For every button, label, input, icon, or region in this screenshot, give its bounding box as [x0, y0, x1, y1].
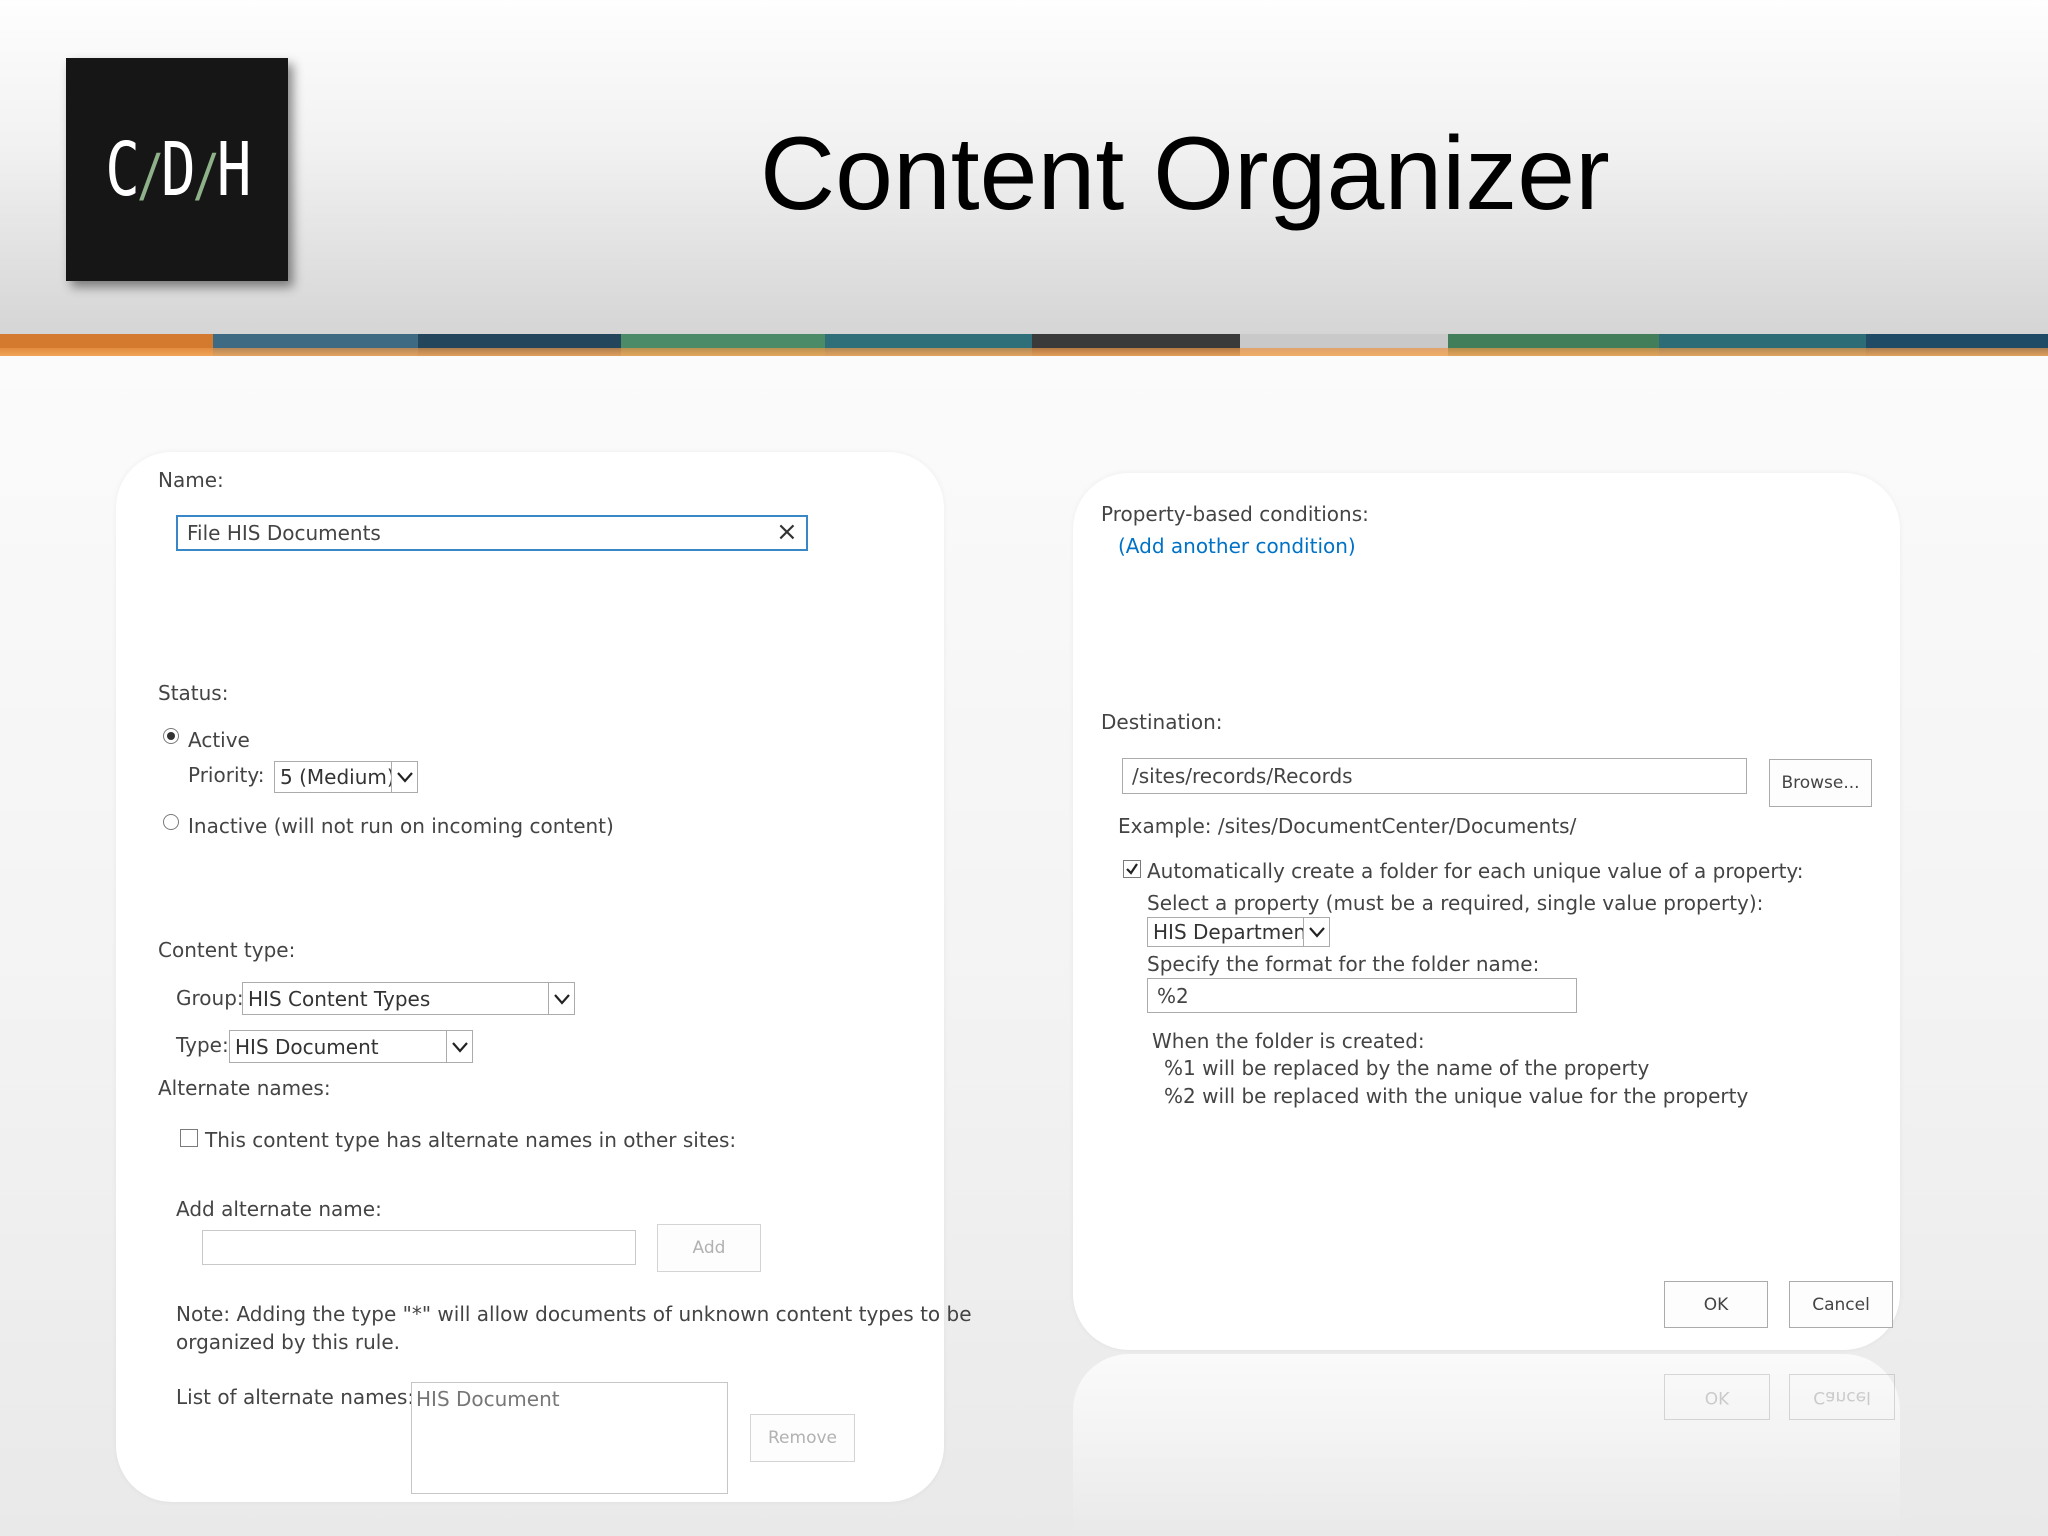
status-active-label: Active: [188, 728, 250, 752]
alternate-names-listbox[interactable]: HIS Document: [411, 1382, 728, 1494]
group-select[interactable]: HIS Content Types: [242, 982, 575, 1015]
rule-settings-panel-right: Property-based conditions: (Add another …: [1073, 473, 1900, 1350]
rule-name-input[interactable]: [176, 515, 808, 551]
status-inactive-label: Inactive (will not run on incoming conte…: [188, 814, 614, 838]
content-type-label: Content type:: [158, 938, 296, 962]
rule-settings-panel-left: Name: × Status: Active Priority: 5 (Medi…: [116, 452, 972, 1502]
alternate-name-input[interactable]: [202, 1230, 636, 1265]
note-line-1: Note: Adding the type "*" will allow doc…: [176, 1302, 972, 1326]
add-alternate-name-button[interactable]: Add: [657, 1224, 761, 1272]
status-inactive-radio[interactable]: [163, 814, 179, 830]
status-label: Status:: [158, 681, 229, 705]
add-alternate-name-label: Add alternate name:: [176, 1197, 382, 1221]
ok-button-reflection: OK: [1664, 1374, 1770, 1420]
destination-input[interactable]: [1122, 758, 1747, 794]
cdh-logo: C/D/H: [66, 58, 288, 281]
group-select-value: HIS Content Types: [248, 986, 431, 1011]
type-select-value: HIS Document: [235, 1034, 379, 1059]
chevron-down-icon: [548, 983, 574, 1014]
folder-format-input[interactable]: [1147, 978, 1577, 1013]
property-conditions-label: Property-based conditions:: [1101, 502, 1369, 526]
slide-title: Content Organizer: [760, 116, 1610, 232]
auto-folder-checkbox[interactable]: [1123, 860, 1141, 878]
property-select-value: HIS Department: [1153, 920, 1303, 944]
select-property-label: Select a property (must be a required, s…: [1147, 891, 1764, 915]
name-label: Name:: [158, 468, 224, 492]
folder-help-line-3: %2 will be replaced with the unique valu…: [1164, 1084, 1749, 1108]
logo-text: C/D/H: [105, 126, 251, 213]
remove-alternate-name-button[interactable]: Remove: [750, 1414, 855, 1462]
chevron-down-icon: [1303, 918, 1329, 946]
folder-help-line-2: %1 will be replaced by the name of the p…: [1164, 1056, 1650, 1080]
color-stripe-divider: [0, 334, 2048, 356]
ok-button[interactable]: OK: [1664, 1281, 1768, 1328]
priority-select-value: 5 (Medium): [280, 765, 391, 789]
type-label: Type:: [176, 1033, 229, 1057]
status-active-radio[interactable]: [163, 728, 179, 744]
alternate-names-label: Alternate names:: [158, 1076, 331, 1100]
destination-label: Destination:: [1101, 710, 1223, 734]
cancel-button[interactable]: Cancel: [1789, 1281, 1893, 1328]
folder-format-label: Specify the format for the folder name:: [1147, 952, 1540, 976]
cancel-button-reflection: Cancel: [1789, 1374, 1895, 1420]
folder-help-line-1: When the folder is created:: [1152, 1029, 1425, 1053]
alternate-names-checkbox[interactable]: [180, 1129, 198, 1147]
alternate-names-list-label: List of alternate names:: [176, 1385, 415, 1409]
checkmark-icon: [1126, 863, 1138, 875]
chevron-down-icon: [391, 762, 417, 792]
type-select[interactable]: HIS Document: [229, 1030, 473, 1063]
property-select[interactable]: HIS Department: [1147, 917, 1330, 947]
clear-icon[interactable]: ×: [776, 519, 798, 545]
list-item[interactable]: HIS Document: [416, 1387, 723, 1411]
group-label: Group:: [176, 986, 244, 1010]
note-line-2: organized by this rule.: [176, 1330, 401, 1354]
priority-select[interactable]: 5 (Medium): [274, 761, 418, 793]
auto-folder-checkbox-label: Automatically create a folder for each u…: [1147, 859, 1804, 883]
destination-example: Example: /sites/DocumentCenter/Documents…: [1118, 814, 1577, 838]
priority-label: Priority:: [188, 763, 265, 787]
add-condition-link[interactable]: (Add another condition): [1118, 534, 1356, 558]
slide-header: C/D/H Content Organizer: [0, 0, 2048, 334]
panel-reflection: [1073, 1354, 1900, 1536]
chevron-down-icon: [446, 1031, 472, 1062]
alternate-names-checkbox-label: This content type has alternate names in…: [205, 1128, 737, 1152]
browse-button[interactable]: Browse...: [1769, 759, 1872, 807]
